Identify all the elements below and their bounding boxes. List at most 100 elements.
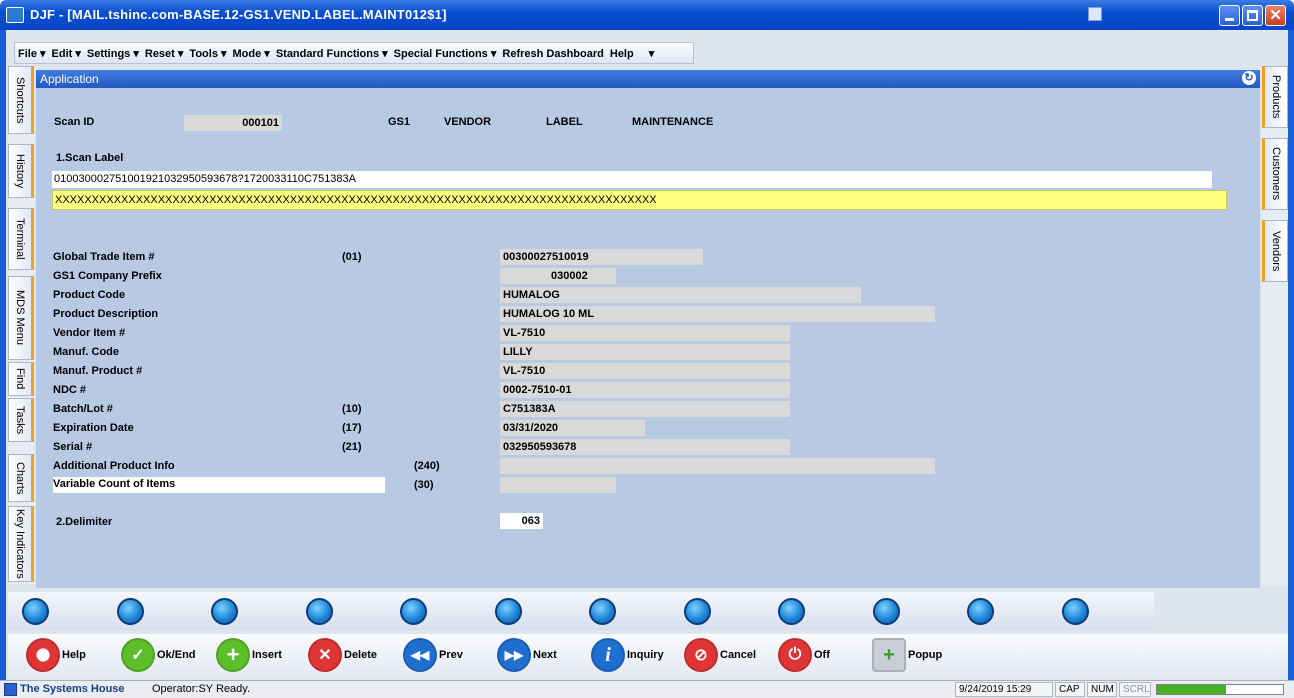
batch-lot-ai-code: (10) <box>342 403 362 415</box>
globe-icon[interactable] <box>305 598 333 625</box>
scan-check-output: XXXXXXXXXXXXXXXXXXXXXXXXXXXXXXXXXXXXXXXX… <box>52 190 1227 210</box>
delimiter-input[interactable]: 063 <box>500 513 543 529</box>
tab-mds-menu[interactable]: MDS Menu <box>8 276 34 360</box>
expiration-date-label: Expiration Date <box>53 422 134 434</box>
tab-customers[interactable]: Customers <box>1262 138 1288 210</box>
tab-label: Find <box>14 368 26 390</box>
off-label: Off <box>814 649 830 661</box>
globe-icon[interactable] <box>967 598 994 625</box>
scan-id-field[interactable]: 000101 <box>184 115 282 131</box>
product-code-field[interactable]: HUMALOG <box>500 287 861 303</box>
product-description-label: Product Description <box>53 308 159 320</box>
tab-terminal[interactable]: Terminal <box>8 208 34 270</box>
globe-icon[interactable] <box>116 598 144 625</box>
globe-icon[interactable] <box>22 598 49 625</box>
lifebuoy-icon <box>26 638 60 672</box>
menu-overflow[interactable]: ▾ <box>637 43 658 60</box>
gs1-company-prefix-field[interactable]: 030002 <box>500 268 616 284</box>
status-cap: CAP <box>1055 682 1085 697</box>
cancel-label: Cancel <box>720 649 757 661</box>
menu-tools[interactable]: Tools ▾ <box>186 43 229 60</box>
maximize-button[interactable] <box>1242 5 1263 26</box>
prev-button[interactable]: ◀◀ Prev <box>403 637 463 673</box>
tab-shortcuts[interactable]: Shortcuts <box>8 66 34 134</box>
gtin-field[interactable]: 00300027510019 <box>500 249 703 265</box>
ok-end-button[interactable]: ✓ Ok/End <box>121 637 196 673</box>
inquiry-label: Inquiry <box>627 649 664 661</box>
product-code-label: Product Code <box>53 289 126 301</box>
globe-icon[interactable] <box>872 598 900 625</box>
additional-product-info-ai-code: (240) <box>414 460 440 472</box>
right-tab-strip: Products Customers Vendors <box>1262 66 1288 586</box>
action-bar: Help ✓ Ok/End + Insert ✕ Delete ◀◀ Prev ▶▶ Ne… <box>8 634 1288 678</box>
next-button[interactable]: ▶▶ Next <box>497 637 557 673</box>
window-frame-right <box>1288 30 1294 680</box>
menu-file[interactable]: File ▾ <box>15 43 49 60</box>
globe-icon[interactable] <box>400 598 427 625</box>
gtin-label: Global Trade Item # <box>53 251 155 263</box>
globe-icon[interactable] <box>683 598 711 625</box>
additional-product-info-field[interactable] <box>500 458 935 474</box>
manuf-product-field[interactable]: VL-7510 <box>500 363 790 379</box>
rewind-icon: ◀◀ <box>403 638 437 672</box>
globe-icon[interactable] <box>1061 598 1089 625</box>
gtin-ai-code: (01) <box>342 251 362 263</box>
tab-history[interactable]: History <box>8 144 34 198</box>
status-scrl: SCRL <box>1119 682 1151 697</box>
menu-special-functions[interactable]: Special Functions ▾ <box>391 43 500 60</box>
globe-icon[interactable] <box>778 598 805 625</box>
menu-mode[interactable]: Mode ▾ <box>230 43 273 60</box>
tab-key-indicators[interactable]: Key Indicators <box>8 506 34 582</box>
power-icon: ⏻ <box>778 638 812 672</box>
insert-label: Insert <box>252 649 282 661</box>
help-button[interactable]: Help <box>26 637 86 673</box>
fast-forward-icon: ▶▶ <box>497 638 531 672</box>
tab-find[interactable]: Find <box>8 362 34 396</box>
status-message: Operator:SY Ready. <box>152 683 251 695</box>
variable-count-field[interactable] <box>500 477 616 493</box>
tab-vendors[interactable]: Vendors <box>1262 220 1288 282</box>
delete-button[interactable]: ✕ Delete <box>308 637 377 673</box>
inquiry-button[interactable]: i Inquiry <box>591 637 664 673</box>
app-icon[interactable] <box>6 7 24 23</box>
next-label: Next <box>533 649 557 661</box>
tab-label: Shortcuts <box>14 76 26 124</box>
tab-tasks[interactable]: Tasks <box>8 398 34 442</box>
expiration-date-field[interactable]: 03/31/2020 <box>500 420 645 436</box>
menu-edit[interactable]: Edit ▾ <box>49 43 84 60</box>
manuf-code-field[interactable]: LILLY <box>500 344 790 360</box>
heading-vendor: VENDOR <box>444 116 492 128</box>
scan-label-input[interactable]: 010030002751001921032950593678?172003311… <box>52 171 1212 188</box>
additional-product-info-label: Additional Product Info <box>53 460 175 472</box>
insert-button[interactable]: + Insert <box>216 637 282 673</box>
refresh-icon[interactable]: ↻ <box>1242 71 1256 85</box>
ndc-field[interactable]: 0002-7510-01 <box>500 382 790 398</box>
menu-standard-functions[interactable]: Standard Functions ▾ <box>273 43 391 60</box>
batch-lot-field[interactable]: C751383A <box>500 401 790 417</box>
vendor-item-field[interactable]: VL-7510 <box>500 325 790 341</box>
ok-end-label: Ok/End <box>157 649 196 661</box>
tab-label: Products <box>1270 75 1282 119</box>
menu-reset[interactable]: Reset ▾ <box>142 43 187 60</box>
tab-charts[interactable]: Charts <box>8 454 34 502</box>
info-icon: i <box>591 638 625 672</box>
popup-button[interactable]: + Popup <box>872 637 942 673</box>
serial-field[interactable]: 032950593678 <box>500 439 790 455</box>
minimize-button[interactable] <box>1219 5 1240 26</box>
menu-refresh-dashboard[interactable]: Refresh Dashboard <box>499 44 606 60</box>
globe-icon[interactable] <box>211 598 238 625</box>
heading-gs1: GS1 <box>388 116 411 128</box>
tab-label: Tasks <box>14 405 26 435</box>
globe-icon[interactable] <box>494 598 522 625</box>
tab-products[interactable]: Products <box>1262 66 1288 128</box>
manuf-code-label: Manuf. Code <box>53 346 119 358</box>
close-button[interactable]: ✕ <box>1265 5 1286 26</box>
product-description-field[interactable]: HUMALOG 10 ML <box>500 306 935 322</box>
cancel-button[interactable]: ⊘ Cancel <box>684 637 756 673</box>
menu-help[interactable]: Help <box>607 44 637 60</box>
menu-settings[interactable]: Settings ▾ <box>84 43 142 60</box>
tray-icon[interactable] <box>1088 7 1102 21</box>
checkmark-icon: ✓ <box>121 638 155 672</box>
globe-icon[interactable] <box>589 598 616 625</box>
off-button[interactable]: ⏻ Off <box>778 637 830 673</box>
